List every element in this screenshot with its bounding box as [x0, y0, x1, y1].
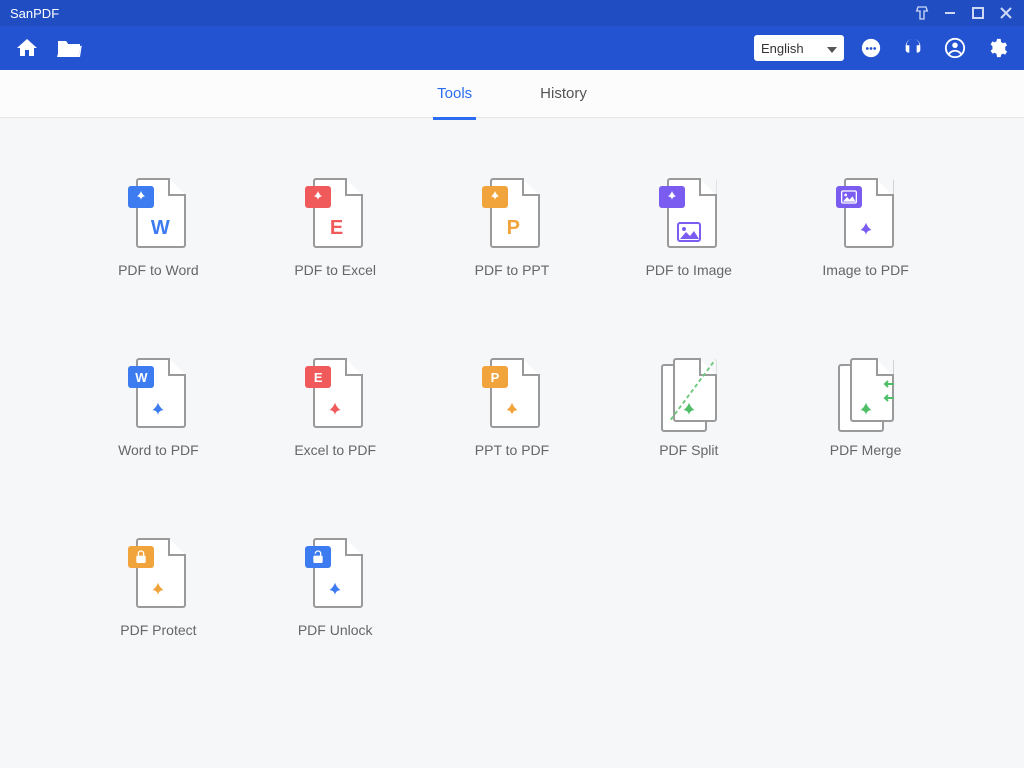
support-icon[interactable]	[898, 33, 928, 63]
ppt-to-pdf-file-icon: P	[484, 358, 540, 428]
pdf-to-excel-file-icon: E	[307, 178, 363, 248]
pdf-to-word-badge-icon	[128, 186, 154, 208]
tool-pdf-unlock[interactable]: PDF Unlock	[275, 538, 395, 638]
tool-pdf-split[interactable]: PDF Split	[629, 358, 749, 458]
word-to-pdf-badge-icon: W	[128, 366, 154, 388]
word-to-pdf-file-icon: W	[130, 358, 186, 428]
pdf-merge-file-icon	[838, 358, 894, 428]
tab-bar: Tools History	[0, 70, 1024, 118]
window-controls	[910, 3, 1018, 23]
pdf-unlock-badge-icon	[305, 546, 331, 568]
pdf-to-word-format-icon: W	[151, 217, 170, 240]
image-to-pdf-label: Image to PDF	[822, 262, 908, 278]
main-toolbar: English	[0, 26, 1024, 70]
pdf-protect-label: PDF Protect	[120, 622, 196, 638]
ppt-to-pdf-label: PPT to PDF	[475, 442, 549, 458]
merge-arrows-icon	[882, 380, 896, 406]
tab-history-label: History	[540, 85, 587, 102]
pdf-unlock-file-icon	[307, 538, 363, 608]
pdf-unlock-label: PDF Unlock	[298, 622, 373, 638]
window-title: SanPDF	[10, 6, 910, 21]
pdf-to-ppt-file-icon: P	[484, 178, 540, 248]
image-to-pdf-badge-icon	[836, 186, 862, 208]
minimize-button[interactable]	[938, 3, 962, 23]
tool-grid: W PDF to Word E PDF to Excel P PDF to PP…	[90, 178, 934, 638]
pdf-to-image-badge-icon	[659, 186, 685, 208]
pdf-to-word-label: PDF to Word	[118, 262, 199, 278]
tool-pdf-merge[interactable]: PDF Merge	[806, 358, 926, 458]
tool-pdf-to-image[interactable]: PDF to Image	[629, 178, 749, 278]
tool-pdf-to-excel[interactable]: E PDF to Excel	[275, 178, 395, 278]
feedback-icon[interactable]	[856, 33, 886, 63]
pdf-to-ppt-format-icon: P	[507, 217, 520, 240]
tab-tools[interactable]: Tools	[433, 79, 476, 108]
tab-history[interactable]: History	[536, 79, 591, 108]
ppt-to-pdf-badge-icon: P	[482, 366, 508, 388]
tool-pdf-to-ppt[interactable]: P PDF to PPT	[452, 178, 572, 278]
excel-to-pdf-file-icon: E	[307, 358, 363, 428]
excel-to-pdf-badge-icon: E	[305, 366, 331, 388]
open-folder-button[interactable]	[54, 33, 84, 63]
excel-to-pdf-label: Excel to PDF	[294, 442, 376, 458]
pdf-split-file-icon	[661, 358, 717, 428]
maximize-button[interactable]	[966, 3, 990, 23]
tool-image-to-pdf[interactable]: Image to PDF	[806, 178, 926, 278]
settings-icon[interactable]	[982, 33, 1012, 63]
tool-pdf-protect[interactable]: PDF Protect	[98, 538, 218, 638]
pdf-protect-file-icon	[130, 538, 186, 608]
language-select[interactable]: English	[754, 35, 844, 61]
pdf-protect-badge-icon	[128, 546, 154, 568]
pdf-to-image-file-icon	[661, 178, 717, 248]
pdf-to-excel-badge-icon	[305, 186, 331, 208]
tool-excel-to-pdf[interactable]: E Excel to PDF	[275, 358, 395, 458]
tool-pdf-to-word[interactable]: W PDF to Word	[98, 178, 218, 278]
pdf-to-word-file-icon: W	[130, 178, 186, 248]
chevron-down-icon	[827, 41, 837, 56]
pdf-to-ppt-label: PDF to PPT	[475, 262, 550, 278]
pdf-to-ppt-badge-icon	[482, 186, 508, 208]
pdf-merge-label: PDF Merge	[830, 442, 902, 458]
tab-tools-label: Tools	[437, 85, 472, 102]
word-to-pdf-label: Word to PDF	[118, 442, 199, 458]
tool-word-to-pdf[interactable]: W Word to PDF	[98, 358, 218, 458]
pdf-to-excel-format-icon: E	[330, 217, 343, 240]
tool-ppt-to-pdf[interactable]: P PPT to PDF	[452, 358, 572, 458]
account-icon[interactable]	[940, 33, 970, 63]
pdf-split-label: PDF Split	[659, 442, 718, 458]
language-label: English	[761, 41, 804, 56]
tools-panel: W PDF to Word E PDF to Excel P PDF to PP…	[0, 118, 1024, 698]
image-to-pdf-file-icon	[838, 178, 894, 248]
home-button[interactable]	[12, 33, 42, 63]
close-button[interactable]	[994, 3, 1018, 23]
pdf-to-image-label: PDF to Image	[646, 262, 732, 278]
theme-icon[interactable]	[910, 3, 934, 23]
pdf-to-excel-label: PDF to Excel	[294, 262, 376, 278]
titlebar: SanPDF	[0, 0, 1024, 26]
